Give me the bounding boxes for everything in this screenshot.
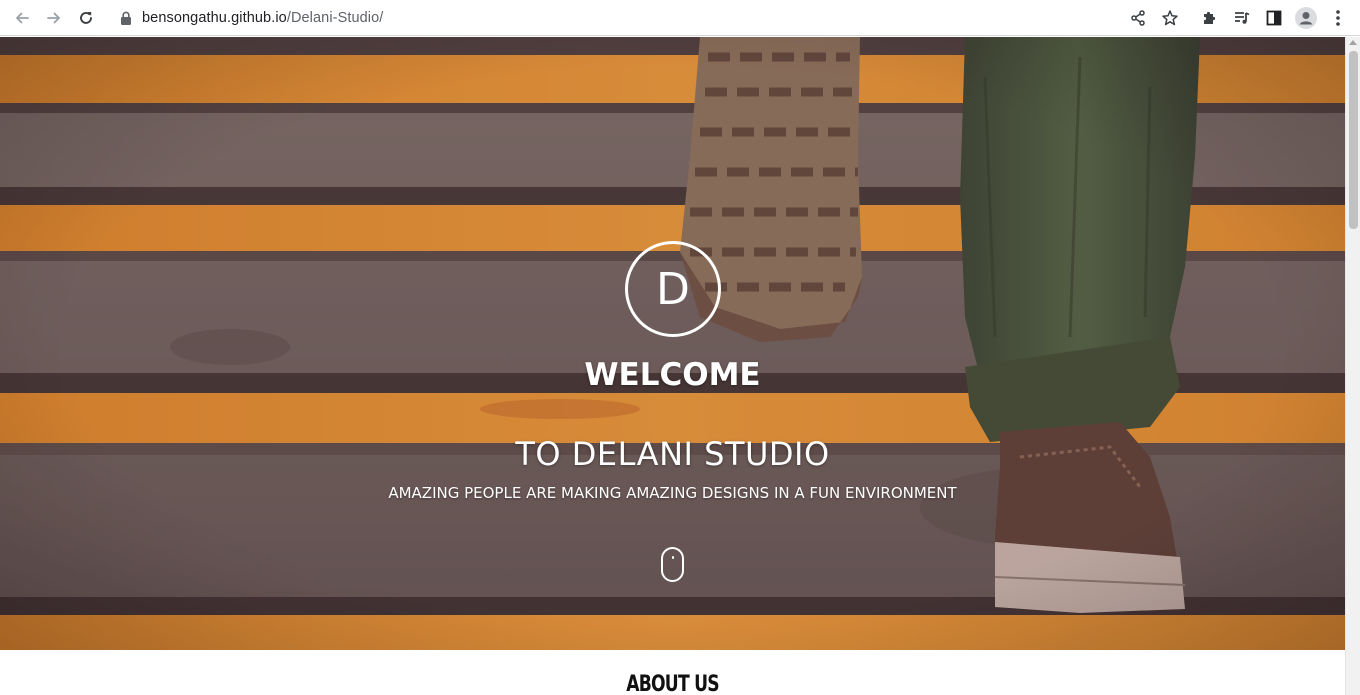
- about-section: ABOUT US: [0, 650, 1345, 695]
- reload-icon: [80, 12, 92, 24]
- page-scrollbar[interactable]: [1345, 37, 1360, 695]
- kebab-menu-icon: [1336, 10, 1340, 26]
- hero-tagline: AMAZING PEOPLE ARE MAKING AMAZING DESIGN…: [388, 484, 957, 502]
- media-control-button[interactable]: [1228, 4, 1256, 32]
- share-button[interactable]: [1124, 4, 1152, 32]
- side-panel-icon: [1266, 10, 1282, 26]
- media-playlist-icon: [1235, 12, 1250, 24]
- url-path: /Delani-Studio/: [286, 10, 384, 26]
- side-panel-button[interactable]: [1260, 4, 1288, 32]
- url-host: bensongathu.github.io: [142, 10, 287, 26]
- menu-button[interactable]: [1324, 4, 1352, 32]
- page-viewport: D WELCOME TO DELANI STUDIO AMAZING PEOPL…: [0, 37, 1345, 695]
- lock-icon[interactable]: [120, 4, 134, 32]
- extensions-button[interactable]: [1196, 4, 1224, 32]
- arrow-right-icon: [47, 12, 60, 24]
- share-icon: [1131, 10, 1145, 26]
- profile-button[interactable]: [1292, 4, 1320, 32]
- browser-toolbar: bensongathu.github.io/Delani-Studio/: [0, 0, 1360, 36]
- forward-button[interactable]: [40, 4, 68, 32]
- address-bar[interactable]: bensongathu.github.io/Delani-Studio/: [110, 4, 1110, 32]
- bookmark-button[interactable]: [1156, 4, 1184, 32]
- avatar-icon: [1295, 7, 1317, 29]
- about-heading: ABOUT US: [626, 672, 719, 695]
- url-text[interactable]: bensongathu.github.io/Delani-Studio/: [142, 10, 383, 26]
- arrow-left-icon: [16, 12, 29, 24]
- puzzle-icon: [1204, 11, 1216, 24]
- hero-section: D WELCOME TO DELANI STUDIO AMAZING PEOPL…: [0, 37, 1345, 650]
- logo-circle: D: [625, 241, 721, 337]
- star-icon: [1162, 10, 1178, 26]
- mouse-scroll-icon[interactable]: [661, 547, 684, 582]
- back-button[interactable]: [8, 4, 36, 32]
- scrollbar-thumb[interactable]: [1349, 51, 1358, 229]
- reload-button[interactable]: [72, 4, 100, 32]
- logo-letter: D: [656, 263, 690, 315]
- scroll-up-arrow-icon[interactable]: [1349, 40, 1357, 45]
- hero-welcome-heading: WELCOME: [584, 357, 761, 393]
- mouse-wheel: [671, 556, 674, 559]
- hero-studio-title: TO DELANI STUDIO: [515, 435, 830, 473]
